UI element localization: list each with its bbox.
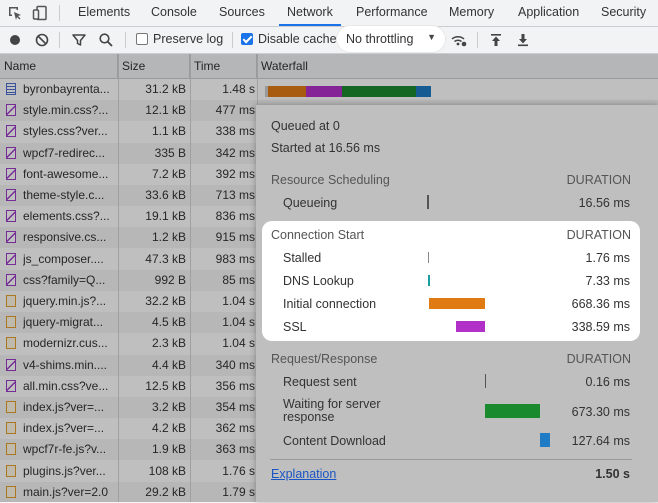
clear-icon[interactable]: [34, 32, 50, 48]
throttling-value: No throttling: [346, 32, 414, 46]
export-har-icon[interactable]: [515, 32, 531, 48]
network-toolbar: Preserve log Disable cache: [0, 27, 658, 54]
chevron-down-icon: ▼: [427, 32, 436, 42]
timing-value-content-download: 127.64 ms: [571, 434, 630, 448]
tab-memory[interactable]: Memory: [449, 0, 494, 26]
section-title-resource-scheduling: Resource Scheduling: [271, 173, 390, 187]
timing-label-ssl: SSL: [283, 320, 307, 334]
timing-bar-stalled: [428, 252, 429, 263]
started-at-text: Started at 16.56 ms: [271, 141, 381, 155]
disable-cache-checkbox[interactable]: [241, 33, 253, 45]
duration-header: DURATION: [566, 173, 631, 187]
timing-label-queueing: Queueing: [283, 196, 338, 210]
total-duration: 1.50 s: [595, 467, 630, 481]
preserve-log-checkbox[interactable]: [136, 33, 148, 45]
timing-bar-queueing: [427, 195, 429, 209]
queued-at-text: Queued at 0: [271, 119, 340, 133]
timing-value-waiting: 673.30 ms: [571, 405, 630, 419]
preserve-log-label[interactable]: Preserve log: [153, 32, 223, 46]
devtools-tab-bar: Elements Console Sources Network Perform…: [0, 0, 658, 27]
tab-console[interactable]: Console: [151, 0, 197, 26]
explanation-link[interactable]: Explanation: [271, 467, 336, 481]
divider: [232, 32, 233, 48]
timing-bar-ssl: [456, 321, 485, 332]
timing-bar-content-download: [540, 433, 550, 447]
timing-bar-request-sent: [485, 374, 486, 388]
section-title-connection-start: Connection Start: [271, 228, 365, 242]
filter-icon[interactable]: [71, 32, 87, 48]
tab-security[interactable]: Security: [601, 0, 646, 26]
divider: [125, 32, 126, 48]
timing-label-request-sent: Request sent: [283, 375, 357, 389]
timing-bar-dns-lookup: [428, 275, 430, 286]
record-icon[interactable]: [7, 32, 23, 48]
disable-cache-label[interactable]: Disable cache: [258, 32, 337, 46]
section-title-request-response: Request/Response: [271, 352, 378, 366]
divider: [270, 459, 632, 460]
duration-header: DURATION: [566, 352, 631, 366]
device-toolbar-icon[interactable]: [32, 5, 48, 21]
network-conditions-icon[interactable]: [450, 32, 467, 48]
timing-label-content-download: Content Download: [283, 434, 386, 448]
timing-value-initial-connection: 668.36 ms: [571, 297, 630, 311]
timing-bar-initial-connection: [429, 298, 485, 309]
timing-value-ssl: 338.59 ms: [571, 320, 630, 334]
timing-value-request-sent: 0.16 ms: [585, 375, 630, 389]
tab-sources[interactable]: Sources: [219, 0, 265, 26]
divider: [59, 5, 60, 21]
timing-value-stalled: 1.76 ms: [585, 251, 630, 265]
inspect-element-icon[interactable]: [7, 5, 23, 21]
timing-label-initial-connection: Initial connection: [283, 297, 377, 311]
tab-network[interactable]: Network: [279, 0, 341, 26]
timing-bar-waiting: [485, 404, 540, 418]
import-har-icon[interactable]: [488, 32, 504, 48]
divider: [59, 32, 60, 48]
timing-value-queueing: 16.56 ms: [578, 196, 630, 210]
timing-value-dns-lookup: 7.33 ms: [585, 274, 630, 288]
tab-elements[interactable]: Elements: [78, 0, 130, 26]
timing-label-stalled: Stalled: [283, 251, 322, 265]
tab-application[interactable]: Application: [518, 0, 579, 26]
search-icon[interactable]: [98, 32, 114, 48]
duration-header: DURATION: [566, 228, 631, 242]
timing-label-dns-lookup: DNS Lookup: [283, 274, 354, 288]
tab-performance[interactable]: Performance: [356, 0, 428, 26]
timing-label-waiting: Waiting for server response: [283, 397, 381, 424]
divider: [477, 32, 478, 48]
throttling-select[interactable]: No throttling ▼: [337, 26, 445, 52]
